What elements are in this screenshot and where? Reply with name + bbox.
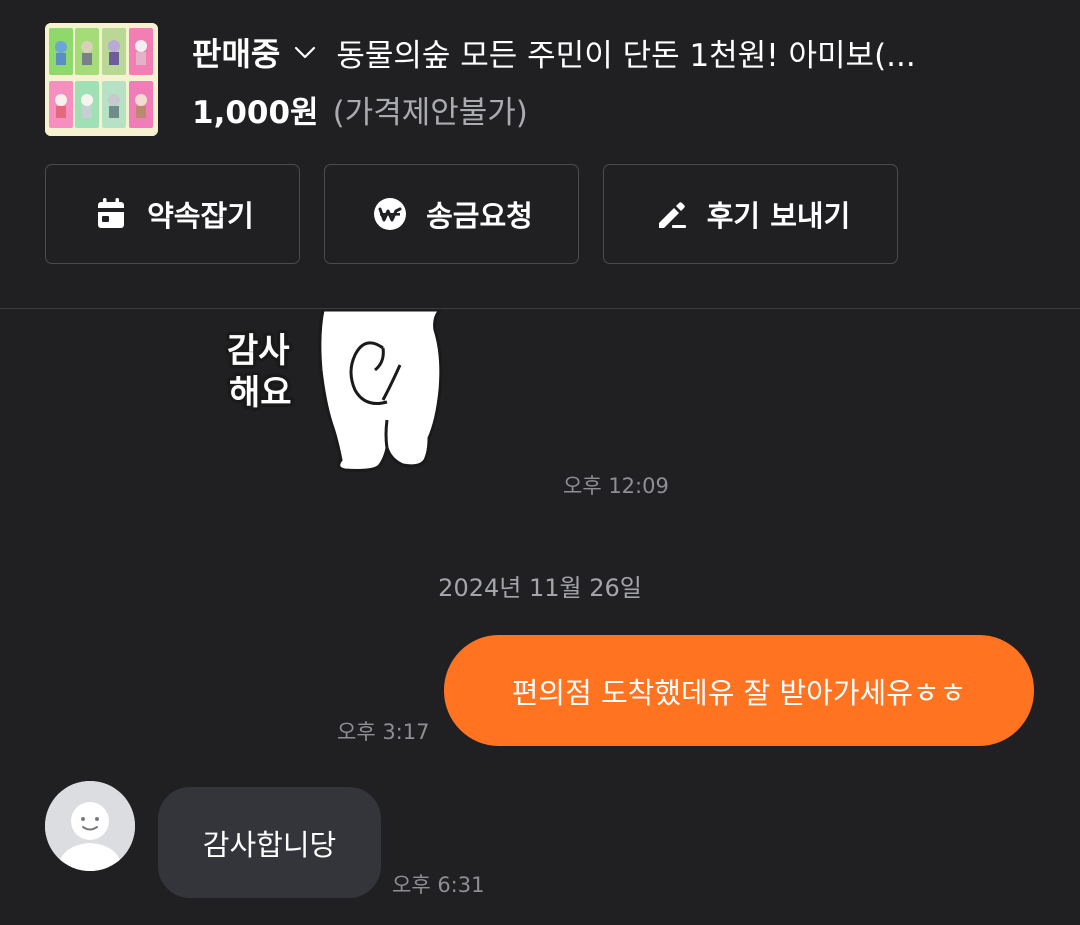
send-review-button[interactable]: 후기 보내기: [603, 164, 898, 264]
price-offer-note: (가격제안불가): [332, 94, 528, 131]
appointment-button-label: 약속잡기: [147, 199, 254, 233]
amiibo-cards-image: [45, 23, 158, 136]
message-time: 오후 12:09: [563, 474, 669, 498]
outgoing-message-bubble[interactable]: 편의점 도착했데유 잘 받아가세유ㅎㅎ: [444, 635, 1034, 746]
thank-you-bear-sticker[interactable]: 감사 해요: [215, 310, 450, 475]
chevron-down-icon[interactable]: [292, 39, 318, 65]
avatar[interactable]: [45, 781, 135, 871]
calendar-icon: [98, 198, 125, 228]
won-coin-icon: [374, 198, 407, 230]
product-title[interactable]: 동물의숲 모든 주민이 단돈 1천원! 아미보(...: [336, 30, 1001, 75]
message-time: 오후 3:17: [337, 720, 430, 744]
chat-screen: 판매중 동물의숲 모든 주민이 단돈 1천원! 아미보(... 1,000원 (…: [0, 0, 1080, 925]
sticker-text-line-2: 해요: [229, 373, 292, 413]
remit-request-button-label: 송금요청: [426, 199, 533, 233]
product-thumbnail[interactable]: [45, 23, 158, 136]
product-price: 1,000원: [192, 94, 319, 131]
product-price-row: 1,000원 (가격제안불가): [192, 86, 528, 132]
appointment-button[interactable]: 약속잡기: [45, 164, 300, 264]
pencil-icon: [658, 202, 686, 228]
message-time: 오후 6:31: [392, 873, 485, 897]
incoming-message-bubble[interactable]: 감사합니당: [158, 787, 381, 898]
date-separator: 2024년 11월 26일: [438, 574, 642, 602]
remit-request-button[interactable]: 송금요청: [324, 164, 579, 264]
sale-status-dropdown[interactable]: 판매중: [192, 29, 280, 75]
product-status-row: 판매중 동물의숲 모든 주민이 단돈 1천원! 아미보(...: [192, 28, 1001, 76]
header-divider: [0, 308, 1080, 309]
default-profile-icon: [45, 781, 135, 871]
send-review-button-label: 후기 보내기: [706, 199, 851, 233]
sticker-text-line-1: 감사: [227, 331, 290, 371]
